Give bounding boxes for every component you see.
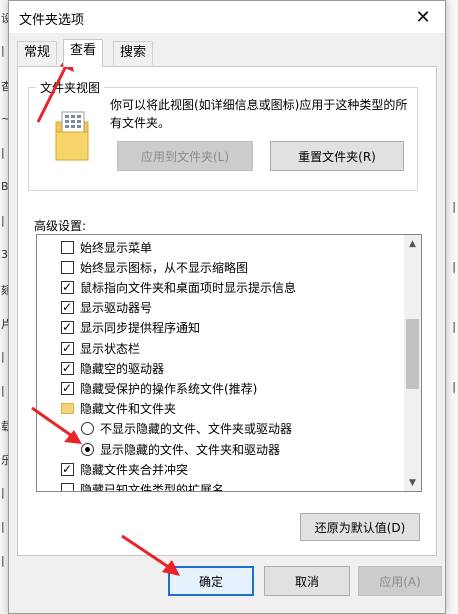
settings-option-label: 显示状态栏 bbox=[80, 341, 141, 356]
background-glyph: | bbox=[1, 486, 5, 499]
settings-option-label: 鼠标指向文件夹和桌面项时显示提示信息 bbox=[80, 280, 297, 295]
close-icon: ✕ bbox=[415, 6, 431, 28]
folder-view-legend: 文件夹视图 bbox=[36, 79, 105, 96]
background-glyph: | bbox=[452, 200, 456, 213]
vertical-scrollbar[interactable]: ▲ ▼ bbox=[404, 235, 421, 491]
apply-button[interactable]: 应用(A) bbox=[358, 566, 442, 596]
checkbox-checked-icon[interactable] bbox=[61, 380, 74, 396]
settings-option[interactable]: 隐藏受保护的操作系统文件(推荐) bbox=[37, 378, 403, 398]
scroll-up-icon[interactable]: ▲ bbox=[404, 235, 421, 252]
settings-option-label: 显示隐藏的文件、文件夹和驱动器 bbox=[100, 442, 281, 457]
background-glyph: | bbox=[1, 350, 5, 363]
restore-defaults-button[interactable]: 还原为默认值(D) bbox=[300, 513, 420, 541]
background-glyph: | bbox=[1, 384, 5, 397]
background-glyph: | bbox=[1, 520, 5, 533]
settings-option-label: 显示驱动器号 bbox=[80, 301, 153, 316]
checkbox-checked-icon[interactable] bbox=[61, 279, 74, 295]
background-glyph: | bbox=[452, 320, 456, 333]
settings-option-label: 隐藏空的驱动器 bbox=[80, 361, 165, 376]
background-glyph: | bbox=[1, 146, 5, 159]
tab-general[interactable]: 常规 bbox=[17, 41, 58, 65]
checkbox-checked-icon[interactable] bbox=[61, 461, 74, 477]
scroll-down-icon[interactable]: ▼ bbox=[404, 474, 421, 491]
scroll-thumb[interactable] bbox=[406, 319, 419, 389]
settings-group-header: 隐藏文件和文件夹 bbox=[37, 399, 403, 419]
settings-option[interactable]: 显示隐藏的文件、文件夹和驱动器 bbox=[37, 439, 403, 459]
checkbox-checked-icon[interactable] bbox=[61, 340, 74, 356]
settings-option-label: 不显示隐藏的文件、文件夹或驱动器 bbox=[100, 422, 293, 437]
background-glyph: | bbox=[1, 44, 5, 57]
settings-option[interactable]: 隐藏空的驱动器 bbox=[37, 358, 403, 378]
checkbox-checked-icon[interactable] bbox=[61, 299, 74, 315]
ok-button[interactable]: 确定 bbox=[168, 566, 254, 596]
advanced-settings-list[interactable]: 隐藏已知文件类型的扩展名 隐藏文件夹合并冲突 显示隐藏的文件、文件夹和驱动器不显示隐… bbox=[36, 234, 422, 492]
checkbox-checked-icon[interactable] bbox=[61, 360, 74, 376]
settings-option[interactable]: 不显示隐藏的文件、文件夹或驱动器 bbox=[37, 419, 403, 439]
settings-option-label: 始终显示菜单 bbox=[80, 240, 153, 255]
background-glyph: 3 bbox=[1, 248, 8, 261]
radio-icon[interactable] bbox=[81, 422, 94, 436]
folder-view-description: 你可以将此视图(如详细信息或图标)应用于这种类型的所有文件夹。 bbox=[110, 98, 408, 130]
tab-search[interactable]: 搜索 bbox=[113, 41, 154, 65]
settings-option[interactable]: 显示同步提供程序通知 bbox=[37, 318, 403, 338]
background-glyph: | bbox=[1, 554, 5, 567]
radio-selected-icon[interactable] bbox=[81, 442, 94, 456]
settings-option-label: 隐藏已知文件类型的扩展名 bbox=[80, 482, 225, 492]
background-glyph: | bbox=[1, 214, 5, 227]
apply-to-folders-button[interactable]: 应用到文件夹(L) bbox=[117, 141, 253, 171]
checkbox-icon[interactable] bbox=[61, 260, 74, 274]
background-right-edge: | | | | bbox=[444, 0, 458, 614]
reset-folders-button[interactable]: 重置文件夹(R) bbox=[270, 141, 404, 171]
settings-option-label: 显示同步提供程序通知 bbox=[80, 321, 201, 336]
checkbox-icon[interactable] bbox=[61, 482, 74, 491]
settings-option[interactable]: 隐藏文件夹合并冲突 bbox=[37, 459, 403, 479]
checkbox-icon[interactable] bbox=[61, 240, 74, 254]
tab-view[interactable]: 查看 bbox=[63, 39, 104, 67]
settings-option-label: 隐藏受保护的操作系统文件(推荐) bbox=[80, 381, 258, 396]
close-button[interactable]: ✕ bbox=[401, 1, 445, 33]
settings-option-label: 隐藏文件夹合并冲突 bbox=[80, 462, 189, 477]
background-glyph: | bbox=[452, 380, 456, 393]
dialog-title: 文件夹选项 bbox=[19, 13, 85, 28]
settings-option-label: 始终显示图标，从不显示缩略图 bbox=[80, 260, 249, 275]
background-glyph: | bbox=[452, 260, 456, 273]
folder-icon bbox=[55, 111, 89, 161]
settings-option[interactable]: 始终显示图标，从不显示缩略图 bbox=[37, 257, 403, 277]
settings-option[interactable]: 始终显示菜单 bbox=[37, 237, 403, 257]
folder-icon bbox=[61, 403, 74, 415]
settings-option[interactable]: 隐藏已知文件类型的扩展名 bbox=[37, 479, 403, 492]
title-bar: 文件夹选项 ✕ bbox=[9, 1, 445, 33]
cancel-button[interactable]: 取消 bbox=[264, 566, 350, 596]
settings-option[interactable]: 鼠标指向文件夹和桌面项时显示提示信息 bbox=[37, 277, 403, 297]
settings-option[interactable]: 显示状态栏 bbox=[37, 338, 403, 358]
settings-option-label: 隐藏文件和文件夹 bbox=[80, 402, 177, 417]
advanced-settings-label: 高级设置: bbox=[34, 219, 87, 233]
settings-option[interactable]: 显示驱动器号 bbox=[37, 298, 403, 318]
checkbox-checked-icon[interactable] bbox=[61, 319, 74, 335]
